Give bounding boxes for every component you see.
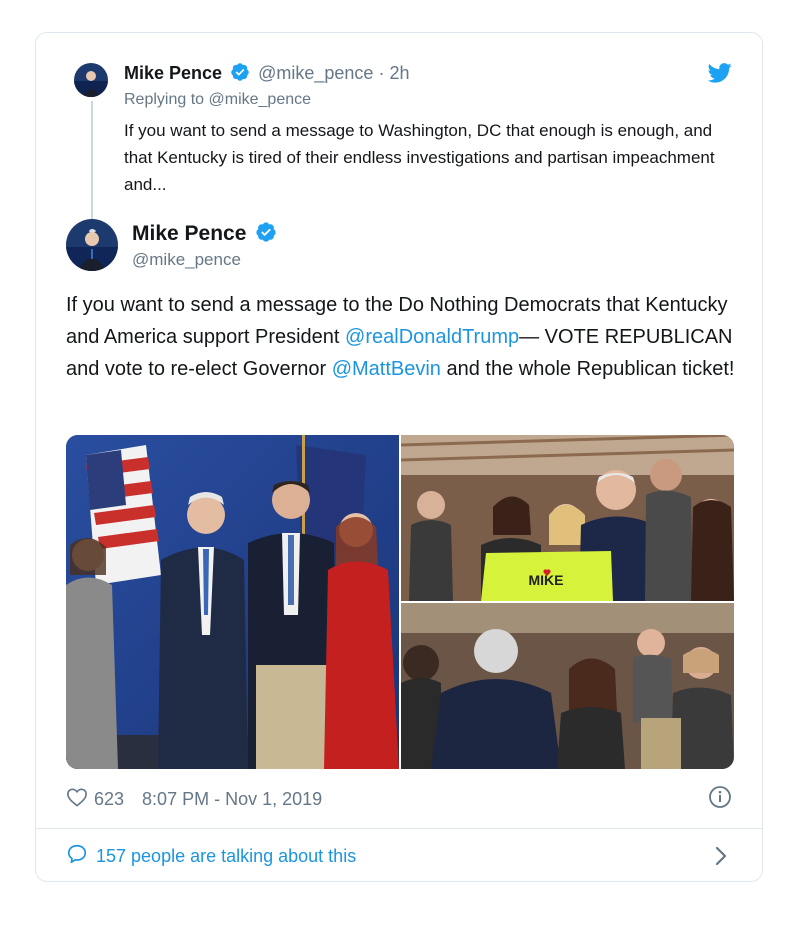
replying-to-mention[interactable]: @mike_pence (209, 91, 312, 108)
verified-badge-icon (230, 62, 250, 88)
conversation-link[interactable]: 157 people are talking about this (66, 843, 356, 870)
reply-time[interactable]: · 2h (378, 63, 409, 83)
author-avatar[interactable] (66, 219, 118, 271)
twitter-bird-icon[interactable] (707, 63, 732, 88)
info-icon[interactable] (708, 785, 732, 814)
reply-avatar[interactable] (74, 63, 108, 97)
heart-icon[interactable] (66, 787, 88, 812)
thread-line (91, 101, 93, 221)
tweet-timestamp[interactable]: 8:07 PM - Nov 1, 2019 (142, 789, 322, 810)
embedded-tweet-card: Mike Pence @mike_pence · 2h Replying to … (35, 32, 763, 882)
photo-crowd-shirt[interactable]: MIKE (401, 435, 734, 601)
talking-count-text[interactable]: 157 people are talking about this (96, 846, 356, 867)
photo-crowd-greeting[interactable] (401, 603, 734, 769)
tweet-text-part: and the whole Republican ticket! (440, 358, 735, 380)
mention-link[interactable]: @MattBevin (332, 358, 441, 380)
tweet-text: If you want to send a message to the Do … (66, 289, 736, 385)
like-count[interactable]: 623 (94, 789, 124, 810)
media-grid: MIKE (66, 435, 734, 769)
footer-divider (36, 828, 762, 829)
speech-bubble-icon (66, 843, 88, 870)
tweet-meta: 623 8:07 PM - Nov 1, 2019 (66, 787, 322, 812)
author-name-row[interactable]: Mike Pence (132, 221, 280, 249)
reply-author-handle[interactable]: @mike_pence (258, 63, 373, 83)
author-handle[interactable]: @mike_pence (132, 250, 241, 270)
mention-link[interactable]: @realDonaldTrump (345, 326, 519, 348)
verified-badge-icon (255, 221, 277, 249)
chevron-right-icon[interactable] (714, 845, 728, 872)
author-name[interactable]: Mike Pence (132, 222, 246, 245)
replying-to-prefix: Replying to (124, 91, 205, 108)
reply-text: If you want to send a message to Washing… (124, 121, 715, 194)
reply-author-name[interactable]: Mike Pence (124, 63, 222, 83)
replying-to-line: Replying to @mike_pence (124, 91, 311, 109)
photo-group-portrait[interactable] (66, 435, 399, 769)
